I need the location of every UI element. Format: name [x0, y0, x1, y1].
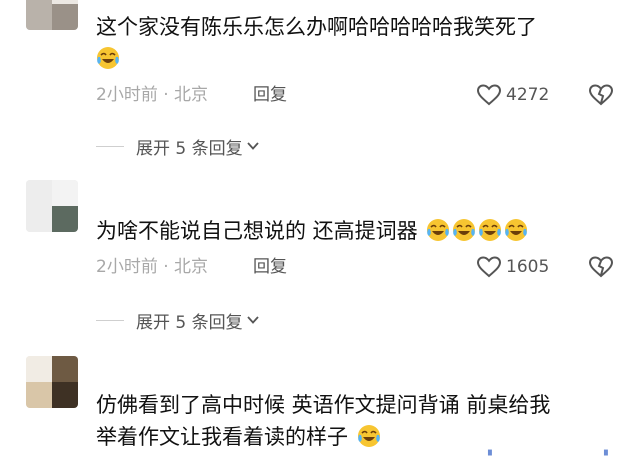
avatar[interactable] [26, 356, 78, 408]
laughing-crying-emoji [505, 219, 528, 241]
laughing-crying-emoji [427, 219, 450, 241]
reply-button[interactable]: 回复 [253, 257, 287, 277]
laughing-crying-emoji [479, 219, 502, 241]
comment-item: 这个家没有陈乐乐怎么办啊哈哈哈哈哈我笑死了 2小时前 · 北京 回复 4272 … [0, 0, 640, 170]
laughing-crying-emoji [453, 219, 476, 241]
heart-broken-icon[interactable] [588, 82, 614, 108]
decoration-mark: ▗ [484, 445, 492, 456]
meta-separator: · [163, 85, 175, 105]
comment-item: 为啥不能说自己想说的 还高提词器 2小时前 · 北京 回复 1605 展开 5 … [0, 170, 640, 335]
comment-time: 2小时前 [96, 85, 158, 105]
heart-outline-icon [476, 84, 502, 106]
comment-emoji-row [96, 44, 120, 74]
expand-replies-label: 展开 5 条回复 [136, 138, 243, 159]
reply-button[interactable]: 回复 [253, 85, 287, 105]
expand-divider [96, 319, 124, 321]
comment-text: 为啥不能说自己想说的 还高提词器 [96, 216, 528, 246]
comment-text: 这个家没有陈乐乐怎么办啊哈哈哈哈哈我笑死了 [96, 15, 537, 39]
avatar[interactable] [26, 0, 78, 30]
comment-text: 举着作文让我看着读的样子 [96, 422, 381, 452]
laughing-crying-emoji [97, 47, 119, 69]
expand-replies[interactable]: 展开 5 条回复 [96, 135, 260, 159]
like-button[interactable]: 1605 [476, 254, 549, 280]
chevron-down-icon [246, 316, 259, 324]
comment-meta: 2小时前 · 北京 [96, 85, 208, 105]
expand-divider [96, 145, 124, 147]
comment-text: 仿佛看到了高中时候 英语作文提问背诵 前桌给我 [96, 393, 551, 417]
like-button[interactable]: 4272 [476, 82, 549, 108]
comment-location: 北京 [174, 85, 209, 105]
comment-item: 仿佛看到了高中时候 英语作文提问背诵 前桌给我 举着作文让我看着读的样子 ▗ ▗ [0, 350, 640, 459]
chevron-down-icon [246, 142, 259, 150]
like-count: 4272 [506, 85, 550, 105]
comment-time: 2小时前 [96, 257, 158, 277]
decoration-mark: ▗ [600, 445, 608, 456]
expand-replies[interactable]: 展开 5 条回复 [96, 309, 260, 333]
heart-outline-icon [476, 256, 502, 278]
avatar[interactable] [26, 180, 78, 232]
comment-meta: 2小时前 · 北京 [96, 257, 208, 277]
heart-broken-icon[interactable] [588, 254, 614, 280]
comment-location: 北京 [174, 257, 209, 277]
laughing-crying-emoji [357, 425, 380, 447]
expand-replies-label: 展开 5 条回复 [136, 312, 243, 333]
like-count: 1605 [506, 257, 550, 277]
meta-separator: · [163, 257, 175, 277]
